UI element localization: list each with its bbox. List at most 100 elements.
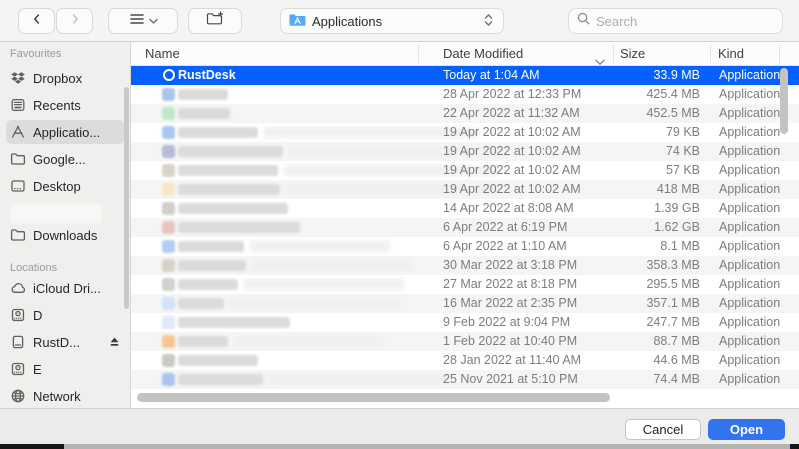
- redacted-file-name: [178, 355, 258, 366]
- updown-chevrons-icon: [482, 12, 495, 31]
- sidebar-item-disk-1[interactable]: D: [6, 303, 125, 327]
- horizontal-scrollbar[interactable]: [137, 393, 610, 402]
- file-row-rustdesk[interactable]: RustDeskToday at 1:04 AM33.9 MBApplicati…: [131, 66, 799, 85]
- redacted-file-name: [178, 127, 258, 138]
- file-list: RustDeskToday at 1:04 AM33.9 MBApplicati…: [131, 66, 799, 405]
- file-row[interactable]: 19 Apr 2022 at 10:02 AM74 KBApplication: [131, 142, 799, 161]
- toolbar: Applications Search: [0, 0, 799, 42]
- file-row[interactable]: 28 Jan 2022 at 11:40 AM44.6 MBApplicatio…: [131, 351, 799, 370]
- sidebar-section-label: Locations: [10, 262, 57, 274]
- sidebar-item-label: Applicatio...: [33, 125, 100, 140]
- redacted-file-name: [178, 241, 244, 252]
- sidebar-item-label: Network: [33, 389, 81, 404]
- file-row[interactable]: 25 Nov 2021 at 5:10 PM74.4 MBApplication: [131, 370, 799, 389]
- cloud-icon: [10, 280, 26, 296]
- view-options-button[interactable]: [108, 8, 178, 34]
- redacted-app-icon: [162, 373, 175, 386]
- redacted-file-name: [178, 89, 228, 100]
- sidebar-item-applications-2[interactable]: Applicatio...: [6, 120, 125, 144]
- size-cell: 452.5 MB: [511, 104, 700, 123]
- column-divider[interactable]: [613, 45, 614, 63]
- redacted-app-icon: [162, 297, 175, 310]
- file-row[interactable]: 22 Apr 2022 at 11:32 AM452.5 MBApplicati…: [131, 104, 799, 123]
- file-row[interactable]: 27 Mar 2022 at 8:18 PM295.5 MBApplicatio…: [131, 275, 799, 294]
- file-row[interactable]: 6 Apr 2022 at 6:19 PM1.62 GBApplication: [131, 218, 799, 237]
- list-view-icon: [129, 12, 145, 31]
- sidebar-item-label: Recents: [33, 98, 81, 113]
- sidebar-item-recents-1[interactable]: Recents: [6, 93, 125, 117]
- size-cell: 1.39 GB: [511, 199, 700, 218]
- file-name: RustDesk: [178, 66, 236, 85]
- column-header-date-modified[interactable]: Date Modified: [443, 42, 523, 65]
- forward-button[interactable]: [56, 8, 93, 34]
- size-cell: 79 KB: [511, 123, 700, 142]
- vertical-scrollbar[interactable]: [780, 68, 788, 134]
- kind-cell: Application: [719, 294, 780, 313]
- background-strip-left: [0, 444, 64, 449]
- column-header-size[interactable]: Size: [620, 42, 645, 65]
- sidebar-item-folder-6[interactable]: Downloads: [6, 223, 125, 247]
- redacted-app-icon: [162, 221, 175, 234]
- redacted-file-name: [178, 374, 263, 385]
- search-field[interactable]: Search: [568, 8, 783, 34]
- redacted-app-icon: [162, 164, 175, 177]
- folder-icon: [10, 227, 26, 243]
- sidebar-item-cloud-0[interactable]: iCloud Dri...: [6, 276, 125, 300]
- globe-icon: [10, 388, 26, 404]
- redacted-app-icon: [162, 145, 175, 158]
- desktop-icon: [10, 178, 26, 194]
- location-dropdown[interactable]: Applications: [280, 8, 504, 34]
- sidebar-item-redacted[interactable]: [6, 201, 125, 225]
- kind-cell: Application: [719, 180, 780, 199]
- kind-cell: Application: [719, 199, 780, 218]
- column-divider[interactable]: [418, 45, 419, 63]
- open-button[interactable]: Open: [708, 419, 785, 440]
- size-cell: 1.62 GB: [511, 218, 700, 237]
- file-row[interactable]: 9 Feb 2022 at 9:04 PM247.7 MBApplication: [131, 313, 799, 332]
- sidebar-item-external-disk-2[interactable]: RustD...: [6, 330, 125, 354]
- file-row[interactable]: 19 Apr 2022 at 10:02 AM418 MBApplication: [131, 180, 799, 199]
- column-header-name[interactable]: Name: [145, 42, 180, 65]
- cancel-button[interactable]: Cancel: [625, 419, 701, 440]
- file-row[interactable]: 14 Apr 2022 at 8:08 AM1.39 GBApplication: [131, 199, 799, 218]
- redacted-file-name-faint: [234, 336, 384, 347]
- dropbox-icon: [10, 70, 26, 86]
- new-folder-icon: [206, 11, 224, 31]
- sidebar-scrollbar[interactable]: [124, 87, 129, 309]
- file-row[interactable]: 6 Apr 2022 at 1:10 AM8.1 MBApplication: [131, 237, 799, 256]
- file-row[interactable]: 19 Apr 2022 at 10:02 AM57 KBApplication: [131, 161, 799, 180]
- file-row[interactable]: 19 Apr 2022 at 10:02 AM79 KBApplication: [131, 123, 799, 142]
- kind-cell: Application: [719, 218, 780, 237]
- file-open-dialog: Applications Search FavouritesDropboxRec…: [0, 0, 799, 444]
- sidebar-item-dropbox-0[interactable]: Dropbox: [6, 66, 125, 90]
- sidebar-item-globe-4[interactable]: Network: [6, 384, 125, 408]
- file-row[interactable]: 16 Mar 2022 at 2:35 PM357.1 MBApplicatio…: [131, 294, 799, 313]
- sidebar-item-desktop-4[interactable]: Desktop: [6, 174, 125, 198]
- background-strip-middle: [64, 444, 790, 449]
- size-cell: 74 KB: [511, 142, 700, 161]
- redacted-app-icon: [162, 88, 175, 101]
- column-divider[interactable]: [779, 45, 780, 63]
- file-row[interactable]: 28 Apr 2022 at 12:33 PM425.4 MBApplicati…: [131, 85, 799, 104]
- eject-icon[interactable]: [108, 336, 121, 348]
- recents-icon: [10, 97, 26, 113]
- sidebar-item-folder-3[interactable]: Google...: [6, 147, 125, 171]
- back-button[interactable]: [18, 8, 55, 34]
- file-row[interactable]: 1 Feb 2022 at 10:40 PM88.7 MBApplication: [131, 332, 799, 351]
- size-cell: 74.4 MB: [511, 370, 700, 389]
- column-header-kind[interactable]: Kind: [718, 42, 744, 65]
- new-folder-button[interactable]: [188, 8, 242, 34]
- file-row[interactable]: 30 Mar 2022 at 3:18 PM358.3 MBApplicatio…: [131, 256, 799, 275]
- redacted-file-name: [178, 222, 300, 233]
- redacted-app-icon: [162, 354, 175, 367]
- dialog-footer: Cancel Open: [0, 408, 799, 444]
- column-divider[interactable]: [710, 45, 711, 63]
- sidebar-item-disk-3[interactable]: E: [6, 357, 125, 381]
- location-dropdown-label: Applications: [312, 14, 476, 29]
- applications-folder-icon: [289, 13, 306, 30]
- kind-cell: Application: [719, 332, 780, 351]
- redacted-file-name: [178, 279, 238, 290]
- size-cell: 418 MB: [511, 180, 700, 199]
- kind-cell: Application: [719, 313, 780, 332]
- redacted-app-icon: [162, 183, 175, 196]
